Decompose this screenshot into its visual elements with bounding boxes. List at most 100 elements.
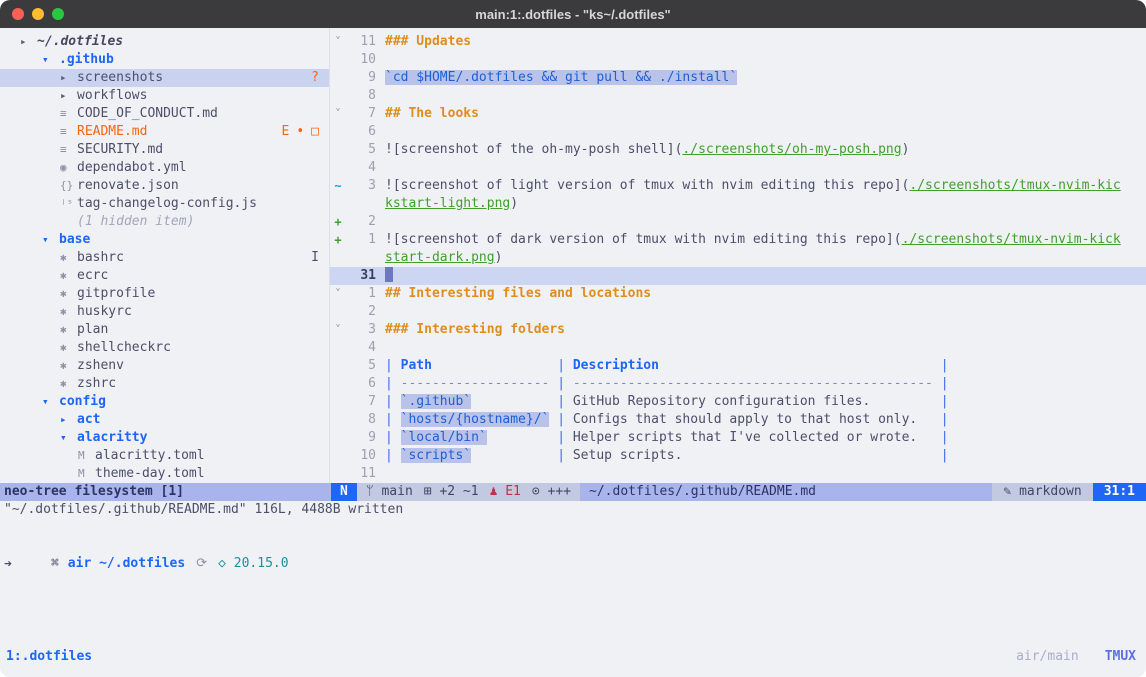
tree-item-dependabot-yml[interactable]: ◉dependabot.yml <box>0 159 329 177</box>
text-segment: `scripts` <box>401 448 471 463</box>
tree-item-config[interactable]: ▾config <box>0 393 329 411</box>
editor-line-6[interactable]: 5![screenshot of the oh-my-posh shell](.… <box>330 141 1146 159</box>
tree-item-security-md[interactable]: ≡SECURITY.md <box>0 141 329 159</box>
editor-line-18[interactable]: 5| Path | Description | <box>330 357 1146 375</box>
editor-line-4[interactable]: ˅7## The looks <box>330 105 1146 123</box>
chevron-icon[interactable]: ▸ <box>60 69 77 87</box>
tree-item-alacritty-toml[interactable]: Malacritty.toml <box>0 447 329 465</box>
chevron-icon[interactable]: ▾ <box>60 429 77 447</box>
editor-line-12[interactable]: start-dark.png) <box>330 249 1146 267</box>
chevron-icon[interactable]: ▸ <box>20 33 37 51</box>
editor-line-3[interactable]: 8 <box>330 87 1146 105</box>
fold-icon[interactable]: ˅ <box>330 321 346 339</box>
line-text <box>376 51 1146 69</box>
status-mark: E <box>282 123 290 141</box>
file-type-icon: ◉ <box>60 159 77 177</box>
tree-item-workflows[interactable]: ▸workflows <box>0 87 329 105</box>
chevron-icon[interactable]: ▸ <box>60 87 77 105</box>
chevron-icon[interactable]: ▾ <box>42 393 59 411</box>
git-branch: ᛘ main <box>366 483 413 501</box>
zoom-button[interactable] <box>52 8 64 20</box>
shell-pane[interactable]: ⌘air ~/.dotfiles⟳◇ 20.15.0 ➜ <box>0 519 1146 574</box>
line-text <box>376 339 1146 357</box>
tree-item-bashrc[interactable]: ✱bashrcI <box>0 249 329 267</box>
text-segment: | <box>557 412 573 427</box>
chevron-icon[interactable]: ▸ <box>60 411 77 429</box>
tree-item-label: workflows <box>77 87 147 105</box>
tree-item-1-hidden-item[interactable]: (1 hidden item) <box>0 213 329 231</box>
tree-item-act[interactable]: ▸act <box>0 411 329 429</box>
tree-item-label: huskyrc <box>77 303 132 321</box>
line-number <box>346 249 376 267</box>
tree-item-base[interactable]: ▾base <box>0 231 329 249</box>
editor-line-23[interactable]: 10| `scripts` | Setup scripts. | <box>330 447 1146 465</box>
line-text: ## The looks <box>376 105 1146 123</box>
editor-line-21[interactable]: 8| `hosts/{hostname}/` | Configs that sh… <box>330 411 1146 429</box>
tree-item-ecrc[interactable]: ✱ecrc <box>0 267 329 285</box>
editor-line-15[interactable]: 2 <box>330 303 1146 321</box>
tree-item-renovate-json[interactable]: {}renovate.json <box>0 177 329 195</box>
tree-item-alacritty[interactable]: ▾alacritty <box>0 429 329 447</box>
line-number: 7 <box>346 393 376 411</box>
line-number: 3 <box>346 321 376 339</box>
text-segment: | <box>941 358 949 373</box>
tree-item-screenshots[interactable]: ▸screenshots? <box>0 69 329 87</box>
text-segment <box>471 394 557 409</box>
editor-line-20[interactable]: 7| `.github` | GitHub Repository configu… <box>330 393 1146 411</box>
gutter <box>330 303 346 321</box>
chevron-icon[interactable]: ▾ <box>42 51 59 69</box>
tree-item-label: ~/.dotfiles <box>37 33 123 51</box>
editor-line-19[interactable]: 6| ------------------- | ---------------… <box>330 375 1146 393</box>
tree-item-label: shellcheckrc <box>77 339 171 357</box>
line-text: `cd $HOME/.dotfiles && git pull && ./ins… <box>376 69 1146 87</box>
line-number: 7 <box>346 105 376 123</box>
text-segment: ./screenshots/tmux-nvim-kic <box>909 178 1120 193</box>
gutter <box>330 267 346 285</box>
editor-line-7[interactable]: 4 <box>330 159 1146 177</box>
editor-pane[interactable]: ˅11### Updates 10 9`cd $HOME/.dotfiles &… <box>330 28 1146 483</box>
tree-item-plan[interactable]: ✱plan <box>0 321 329 339</box>
editor-line-17[interactable]: 4 <box>330 339 1146 357</box>
tree-item-huskyrc[interactable]: ✱huskyrc <box>0 303 329 321</box>
minimize-button[interactable] <box>32 8 44 20</box>
text-segment <box>432 358 557 373</box>
editor-line-24[interactable]: 11 <box>330 465 1146 483</box>
editor-line-14[interactable]: ˅1## Interesting files and locations <box>330 285 1146 303</box>
editor-line-9[interactable]: kstart-light.png) <box>330 195 1146 213</box>
tree-item-github[interactable]: ▾.github <box>0 51 329 69</box>
tree-item-code-of-conduct-md[interactable]: ≡CODE_OF_CONDUCT.md <box>0 105 329 123</box>
editor-line-1[interactable]: 10 <box>330 51 1146 69</box>
fold-icon[interactable]: ˅ <box>330 105 346 123</box>
editor-line-5[interactable]: 6 <box>330 123 1146 141</box>
editor-line-16[interactable]: ˅3 ### Interesting folders <box>330 321 1146 339</box>
file-type-icon: ≡ <box>60 123 77 141</box>
tree-item-shellcheckrc[interactable]: ✱shellcheckrc <box>0 339 329 357</box>
tree-item-tag-changelog-config-js[interactable]: ʲˢtag-changelog-config.js <box>0 195 329 213</box>
line-text <box>376 87 1146 105</box>
tree-item-zshenv[interactable]: ✱zshenv <box>0 357 329 375</box>
text-segment: | <box>385 448 401 463</box>
editor-line-11[interactable]: +1![screenshot of dark version of tmux w… <box>330 231 1146 249</box>
tree-item-dotfiles[interactable]: ▸~/.dotfiles <box>0 33 329 51</box>
editor-statusline: N ᛘ main ⊞ +2 ~1 ♟ E1 ⊙ +++ ~/.dotfiles/… <box>331 483 1146 501</box>
fold-icon[interactable]: ˅ <box>330 33 346 51</box>
chevron-icon[interactable]: ▾ <box>42 231 59 249</box>
tree-item-zshrc[interactable]: ✱zshrc <box>0 375 329 393</box>
tmux-window-tab[interactable]: 1:.dotfiles <box>6 647 92 667</box>
text-segment: ### Interesting folders <box>385 322 565 337</box>
editor-line-8[interactable]: ~3![screenshot of light version of tmux … <box>330 177 1146 195</box>
text-segment <box>917 412 940 427</box>
tree-item-gitprofile[interactable]: ✱gitprofile <box>0 285 329 303</box>
editor-line-22[interactable]: 9| `local/bin` | Helper scripts that I'v… <box>330 429 1146 447</box>
editor-line-0[interactable]: ˅11### Updates <box>330 33 1146 51</box>
text-segment: | <box>941 376 949 391</box>
text-segment: | <box>385 394 401 409</box>
editor-line-10[interactable]: +2 <box>330 213 1146 231</box>
cursor-position: 31:1 <box>1093 483 1146 501</box>
tree-item-theme-day-toml[interactable]: Mtheme-day.toml <box>0 465 329 483</box>
editor-line-2[interactable]: 9`cd $HOME/.dotfiles && git pull && ./in… <box>330 69 1146 87</box>
fold-icon[interactable]: ˅ <box>330 285 346 303</box>
editor-line-13[interactable]: 31 <box>330 267 1146 285</box>
close-button[interactable] <box>12 8 24 20</box>
tree-item-readme-md[interactable]: ≡README.mdE•□ <box>0 123 329 141</box>
